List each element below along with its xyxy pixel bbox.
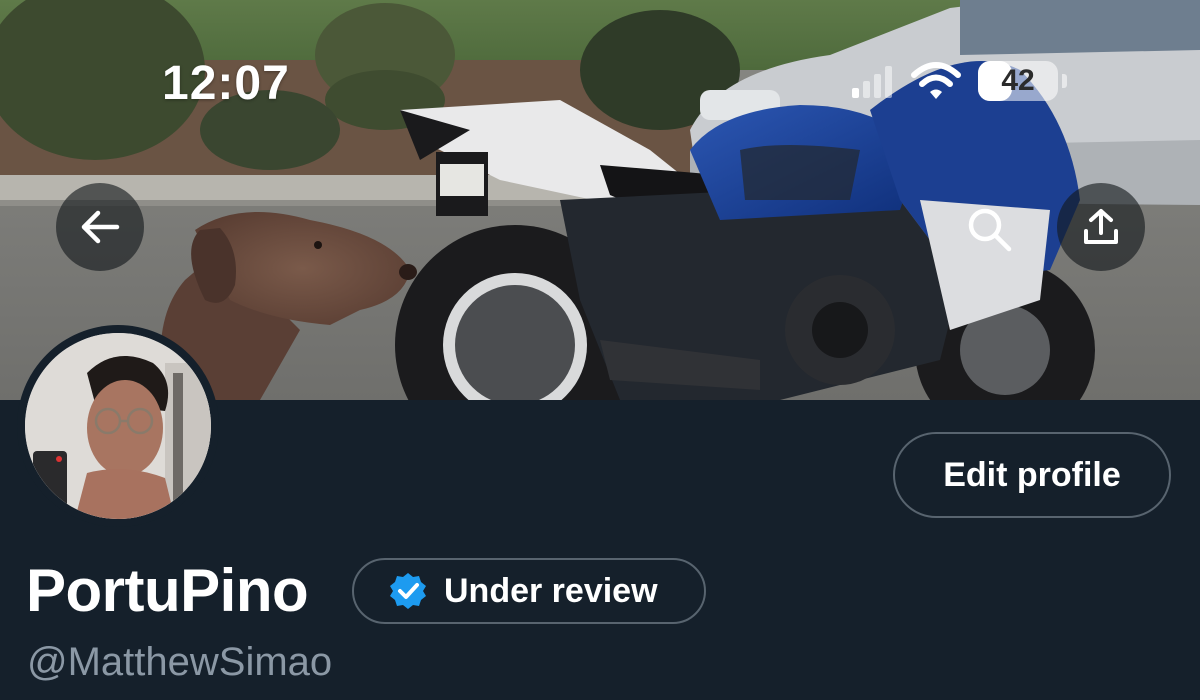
back-button[interactable]	[56, 183, 144, 271]
battery-level: 42	[1001, 64, 1035, 97]
arrow-left-icon	[81, 210, 120, 244]
battery-icon: 42	[978, 61, 1058, 101]
verification-status-badge[interactable]: Under review	[352, 558, 706, 624]
avatar-photo	[25, 333, 211, 519]
avatar[interactable]	[17, 325, 219, 527]
verification-status-label: Under review	[444, 571, 658, 610]
avatar-image	[25, 333, 211, 519]
verified-check-icon	[390, 573, 426, 609]
share-upload-icon	[1084, 209, 1118, 244]
battery-cap	[1062, 74, 1067, 88]
profile-screen: 12:07 42 Edit profile PortuPino Under re…	[0, 0, 1200, 700]
status-bar-time: 12:07	[162, 57, 290, 110]
search-button[interactable]	[960, 200, 1020, 260]
status-bar-icons: 42	[850, 58, 1067, 104]
profile-handle: @MatthewSimao	[27, 640, 333, 684]
search-icon	[968, 208, 1012, 252]
profile-display-name: PortuPino	[26, 557, 309, 624]
share-button[interactable]	[1057, 183, 1145, 271]
wifi-icon	[911, 62, 961, 99]
cellular-signal-icon	[852, 66, 892, 98]
edit-profile-button[interactable]: Edit profile	[893, 432, 1171, 518]
